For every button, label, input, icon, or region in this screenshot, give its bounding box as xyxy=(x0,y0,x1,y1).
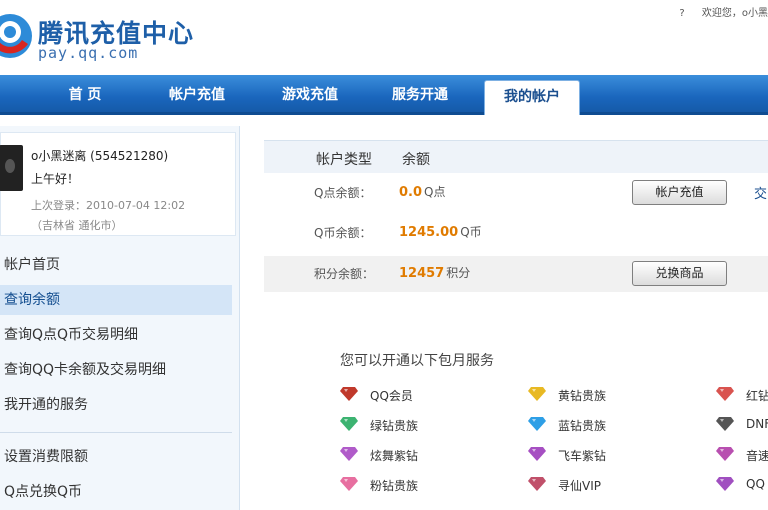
balance-value: 0.0 Q点 xyxy=(399,185,446,200)
service-name: 蓝钻贵族 xyxy=(558,419,607,433)
qq-member-icon xyxy=(340,387,358,401)
speed-purple-diamond-icon xyxy=(528,447,546,461)
sidebar-item-exchange[interactable]: Q点兑换Q币 xyxy=(0,477,232,507)
nav-item-service-open[interactable]: 服务开通 xyxy=(375,83,465,107)
welcome-text: 欢迎您，o小黑 xyxy=(701,8,768,19)
blue-diamond-icon xyxy=(528,417,546,431)
service-name: DNF xyxy=(746,417,768,431)
last-login: 上次登录：2010-07-04 12:02 xyxy=(31,199,186,212)
trade-link[interactable]: 交 xyxy=(754,183,767,202)
sidebar-item-spending-limit[interactable]: 设置消费限额 xyxy=(0,442,232,472)
red-diamond-icon xyxy=(716,387,734,401)
service-name: 寻仙VIP xyxy=(558,479,601,493)
services-title: 您可以开通以下包月服务 xyxy=(340,353,494,369)
balance-row-points: 积分余额： 12457 积分 兑换商品 xyxy=(264,256,768,292)
header: 腾讯充值中心 pay.qq.com ? 欢迎您，o小黑 xyxy=(0,0,768,75)
yellow-diamond-icon xyxy=(528,387,546,401)
main-nav: 首 页 帐户充值 游戏充值 服务开通 我的帐户 xyxy=(0,75,768,115)
user-info-box: o小黑迷离 (554521280) 上午好！ 上次登录：2010-07-04 1… xyxy=(0,132,236,236)
logo-url: pay.qq.com xyxy=(38,44,139,62)
qq-game-icon xyxy=(716,477,734,491)
service-name: 红钻 xyxy=(746,389,768,403)
sidebar-item-account-home[interactable]: 帐户首页 xyxy=(0,250,232,280)
col-balance: 余额 xyxy=(402,152,430,168)
user-name: o小黑迷离 (554521280) xyxy=(31,149,169,163)
service-name: QQ会员 xyxy=(370,389,413,403)
service-name: QQ xyxy=(746,477,765,491)
avatar[interactable] xyxy=(0,145,23,191)
sidebar-divider xyxy=(0,432,232,433)
nav-item-account-recharge[interactable]: 帐户充值 xyxy=(152,83,242,107)
service-name: 炫舞紫钻 xyxy=(370,449,419,463)
purple-diamond-icon xyxy=(340,447,358,461)
tenpay-logo-icon xyxy=(0,14,32,58)
redeem-button[interactable]: 兑换商品 xyxy=(632,261,727,286)
balance-value: 1245.00 Q币 xyxy=(399,225,482,240)
service-name: 绿钻贵族 xyxy=(370,419,419,433)
greeting: 上午好！ xyxy=(31,172,80,186)
service-name: 音速 xyxy=(746,449,768,463)
balance-row-qpoint: Q点余额： 0.0 Q点 帐户充值 交 xyxy=(264,175,768,211)
balance-value: 12457 积分 xyxy=(399,266,471,281)
balance-label: Q点余额： xyxy=(314,186,372,200)
page: 腾讯充值中心 pay.qq.com ? 欢迎您，o小黑 首 页 帐户充值 游戏充… xyxy=(0,0,768,510)
nav-item-my-account[interactable]: 我的帐户 xyxy=(484,80,580,115)
pink-diamond-icon xyxy=(340,477,358,491)
login-location: （吉林省 通化市） xyxy=(31,219,123,232)
help-link[interactable]: ? xyxy=(679,8,684,19)
xunxian-vip-icon xyxy=(528,477,546,491)
green-diamond-icon xyxy=(340,417,358,431)
service-name: 黄钻贵族 xyxy=(558,389,607,403)
balance-label: 积分余额： xyxy=(314,267,375,281)
service-name: 粉钻贵族 xyxy=(370,479,419,493)
balance-row-qcoin: Q币余额： 1245.00 Q币 xyxy=(264,215,768,251)
sidebar-item-qpoint-details[interactable]: 查询Q点Q币交易明细 xyxy=(0,320,232,350)
music-diamond-icon xyxy=(716,447,734,461)
nav-item-game-recharge[interactable]: 游戏充值 xyxy=(265,83,355,107)
sidebar-item-my-services[interactable]: 我开通的服务 xyxy=(0,390,232,420)
recharge-button[interactable]: 帐户充值 xyxy=(632,180,727,205)
sidebar-item-balance[interactable]: 查询余额 xyxy=(0,285,232,315)
sidebar-item-qqcard-details[interactable]: 查询QQ卡余额及交易明细 xyxy=(0,355,232,385)
balance-label: Q币余额： xyxy=(314,226,372,240)
service-name: 飞车紫钻 xyxy=(558,449,607,463)
dnf-icon xyxy=(716,417,734,431)
top-links: ? 欢迎您，o小黑 xyxy=(665,4,768,19)
nav-item-home[interactable]: 首 页 xyxy=(50,83,120,107)
col-account-type: 帐户类型 xyxy=(316,152,372,168)
balance-table-header: 帐户类型 余额 xyxy=(264,140,768,173)
